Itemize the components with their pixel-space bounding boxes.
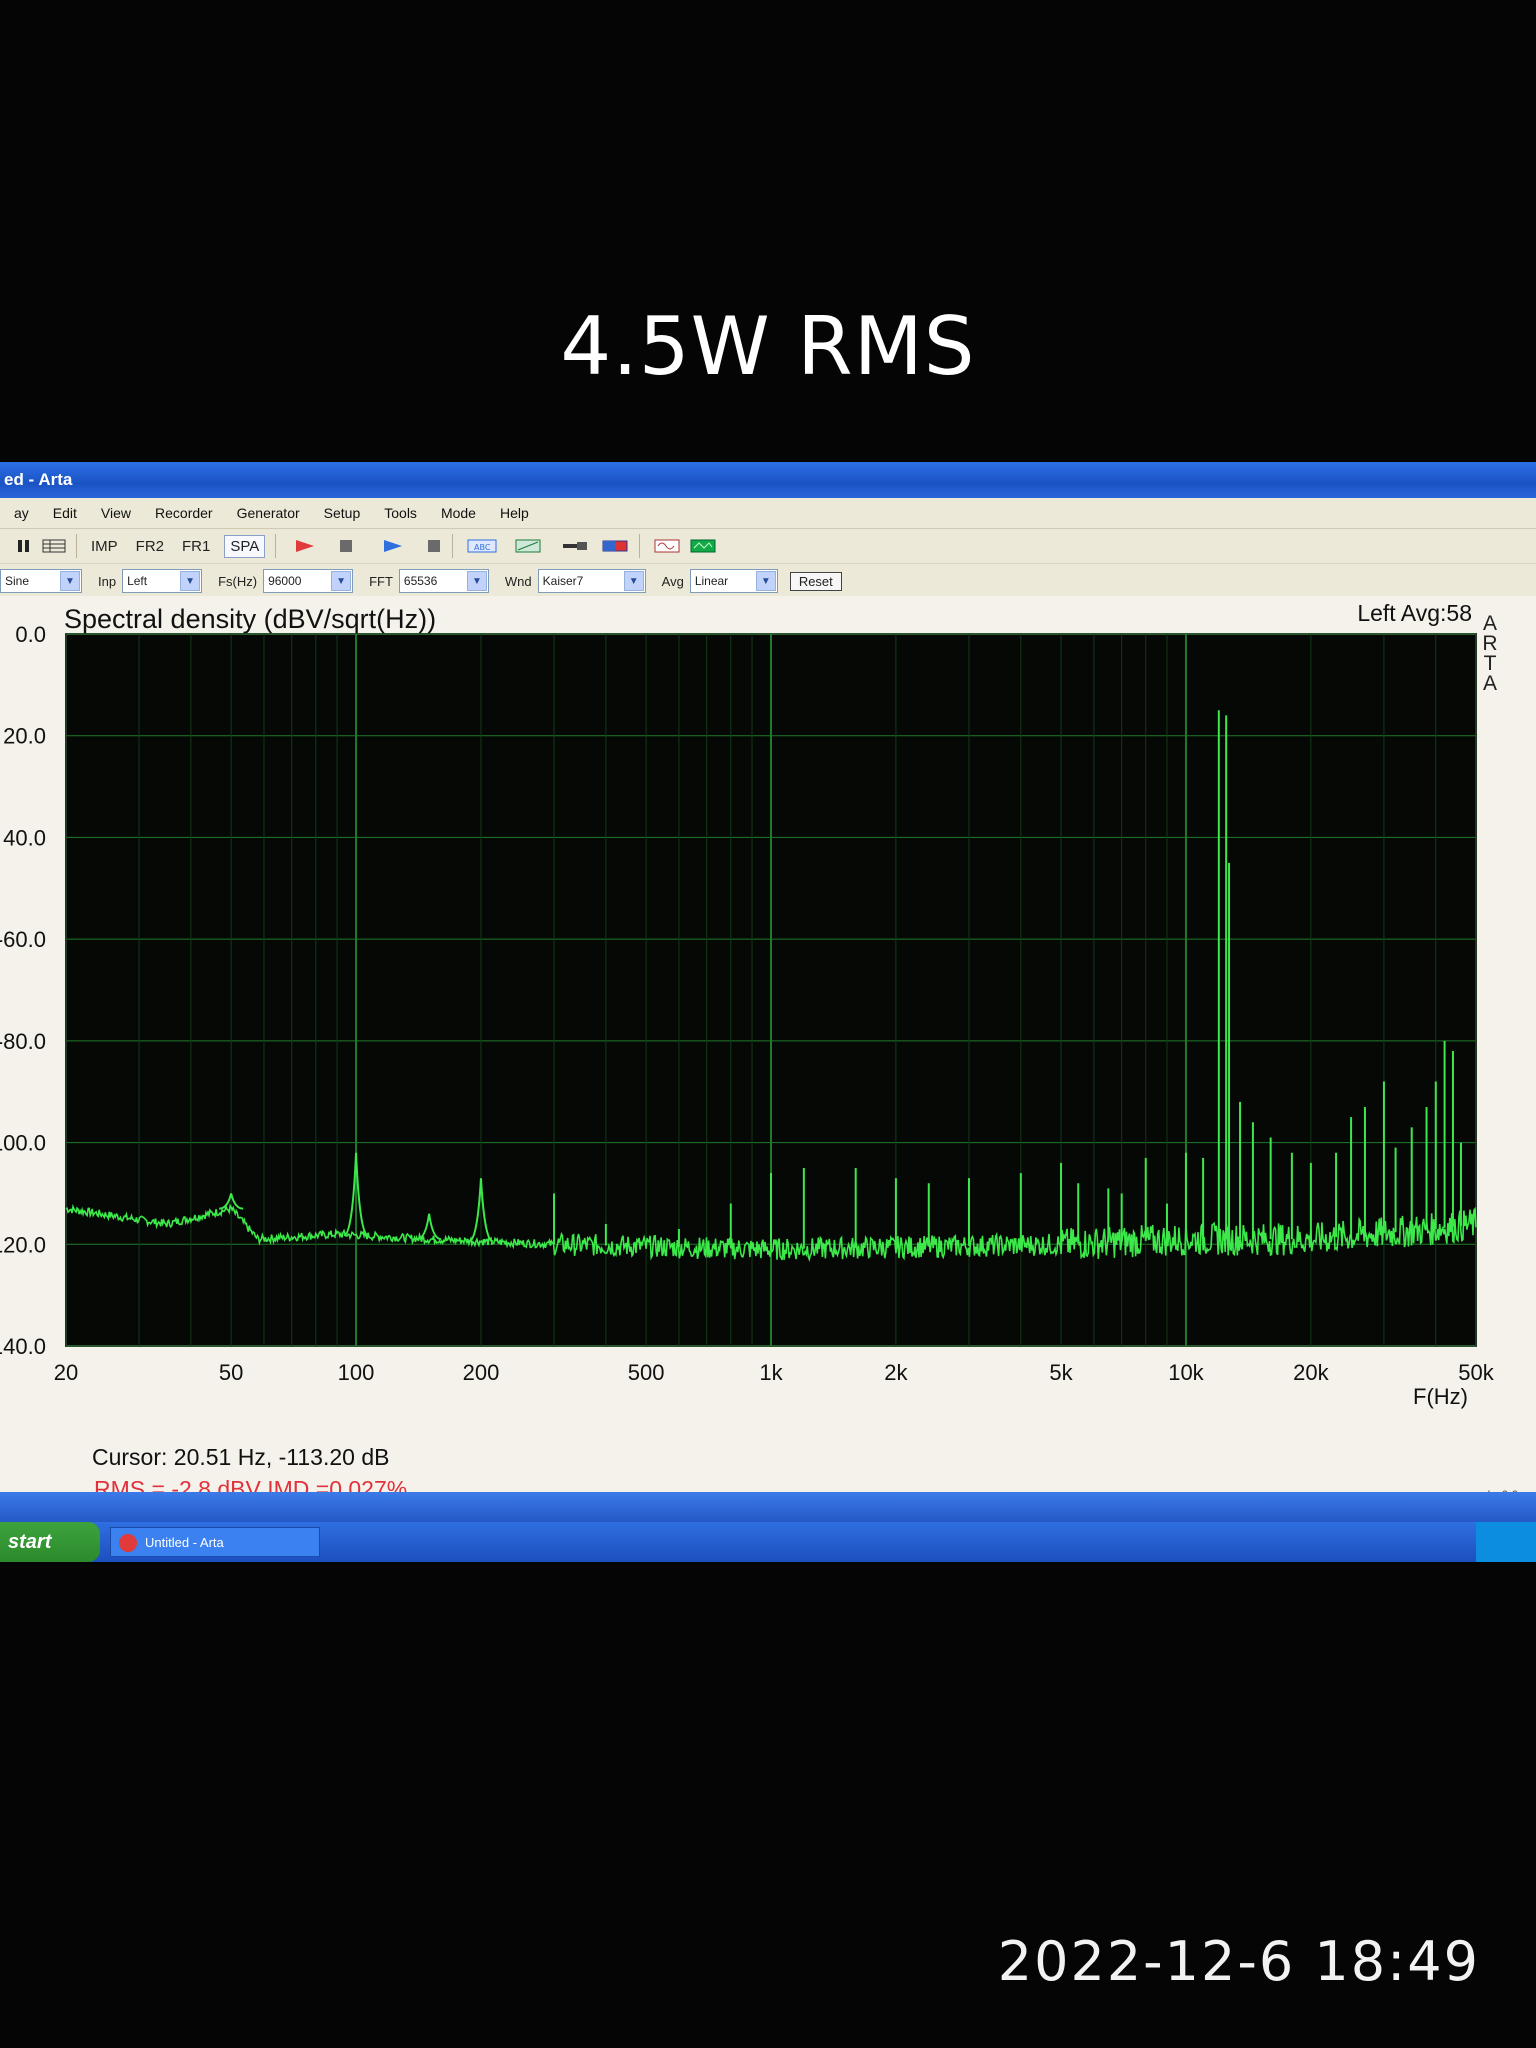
- x-tick-label: 1k: [759, 1360, 783, 1385]
- taskbar-item-arta[interactable]: Untitled - Arta: [110, 1527, 320, 1557]
- menu-item-edit[interactable]: Edit: [53, 505, 77, 521]
- fft-value: 65536: [403, 574, 438, 588]
- photo-timestamp: 2022-12-6 18:49: [997, 1930, 1480, 1993]
- svg-text:ABC: ABC: [474, 543, 491, 552]
- menu-item-ay[interactable]: ay: [14, 505, 29, 521]
- toolbar-separator: [452, 534, 454, 558]
- menu-item-recorder[interactable]: Recorder: [155, 505, 213, 521]
- generator-value: Sine: [5, 574, 30, 588]
- spectrum-chart[interactable]: 0.0 20.0 40.0 -60.0 -80.0 100.0 120.0 -140.0 20 5…: [0, 596, 1536, 1426]
- y-tick-label: 100.0: [0, 1131, 46, 1156]
- menu-item-setup[interactable]: Setup: [324, 505, 361, 521]
- avg-select[interactable]: Linear ▼: [689, 569, 778, 593]
- menu-item-help[interactable]: Help: [500, 505, 529, 521]
- reset-button[interactable]: Reset: [789, 571, 842, 591]
- x-tick-label: 50: [219, 1360, 243, 1385]
- options-bar: Sine ▼ Inp Left ▼ Fs(Hz) 96000 ▼ FFT 655…: [0, 564, 1536, 598]
- table-icon[interactable]: [42, 538, 66, 554]
- system-tray[interactable]: [1476, 1522, 1536, 1562]
- generator-select[interactable]: Sine ▼: [0, 569, 82, 593]
- chevron-down-icon[interactable]: ▼: [466, 571, 487, 591]
- pause-icon[interactable]: [16, 538, 32, 554]
- toolbar: IMP FR2 FR1 SPA ABC: [0, 529, 1536, 564]
- menu-item-view[interactable]: View: [101, 505, 131, 521]
- arta-window: ed - Arta ay Edit View Recorder Generator Set…: [0, 462, 1536, 1522]
- calibrate-icon[interactable]: ABC: [467, 538, 497, 554]
- y-tick-label: -80.0: [0, 1029, 46, 1054]
- overlay-caption: 4.5W RMS: [560, 300, 976, 393]
- menu-bar: ay Edit View Recorder Generator Setup Tools Mod…: [0, 498, 1536, 529]
- cursor-readout: Cursor: 20.51 Hz, -113.20 dB: [92, 1444, 390, 1470]
- imp-button[interactable]: IMP: [87, 536, 122, 557]
- x-axis-label: F(Hz): [1413, 1384, 1468, 1409]
- menu-item-generator[interactable]: Generator: [237, 505, 300, 521]
- chevron-down-icon[interactable]: ▼: [623, 571, 644, 591]
- y-tick-label: 0.0: [15, 622, 46, 647]
- wnd-label: Wnd: [504, 573, 532, 589]
- input-value: Left: [127, 574, 148, 588]
- spa-button[interactable]: SPA: [224, 534, 266, 558]
- scope-icon[interactable]: [690, 538, 716, 554]
- window-bottom-border: [0, 1492, 1536, 1522]
- fr1-button[interactable]: FR1: [178, 536, 214, 557]
- fs-label: Fs(Hz): [218, 573, 258, 589]
- toolbar-separator: [76, 534, 77, 558]
- x-tick-label: 500: [628, 1360, 665, 1385]
- y-tick-label: 20.0: [3, 724, 46, 749]
- play-icon[interactable]: [382, 538, 404, 554]
- overlay-icon[interactable]: [515, 538, 541, 554]
- start-button[interactable]: start: [0, 1522, 100, 1562]
- chevron-down-icon[interactable]: ▼: [331, 571, 352, 591]
- fft-label: FFT: [369, 573, 393, 589]
- x-tick-label: 200: [463, 1360, 500, 1385]
- wave-icon[interactable]: [654, 538, 680, 554]
- y-tick-label: 40.0: [3, 825, 46, 850]
- avg-label: Avg: [661, 573, 684, 589]
- stop-icon[interactable]: [426, 538, 442, 554]
- x-tick-label: 100: [338, 1360, 375, 1385]
- toolbar-separator: [275, 534, 277, 558]
- x-tick-label: 10k: [1168, 1360, 1204, 1385]
- fft-select[interactable]: 65536 ▼: [398, 569, 489, 593]
- window-select[interactable]: Kaiser7 ▼: [537, 569, 646, 593]
- menu-item-tools[interactable]: Tools: [384, 505, 417, 521]
- stop-icon[interactable]: [338, 538, 354, 554]
- chevron-down-icon[interactable]: ▼: [180, 571, 201, 591]
- menu-item-mode[interactable]: Mode: [441, 505, 476, 521]
- x-tick-label: 5k: [1049, 1360, 1073, 1385]
- channel-average-info: Left Avg:58: [1357, 600, 1472, 626]
- y-tick-label: -140.0: [0, 1334, 46, 1359]
- taskbar: start Untitled - Arta: [0, 1522, 1536, 1562]
- inp-label: Inp: [98, 573, 117, 589]
- x-tick-label: 20: [54, 1360, 78, 1385]
- arta-watermark: A R T A: [1482, 612, 1498, 695]
- y-tick-label: -60.0: [0, 927, 46, 952]
- window-value: Kaiser7: [542, 574, 584, 588]
- chevron-down-icon[interactable]: ▼: [755, 571, 776, 591]
- chart-title: Spectral density (dBV/sqrt(Hz)): [64, 604, 437, 634]
- probe-icon[interactable]: [561, 538, 589, 554]
- fr2-button[interactable]: FR2: [132, 536, 168, 557]
- toolbar-separator: [639, 534, 641, 558]
- taskbar-item-label: Untitled - Arta: [145, 1535, 224, 1550]
- plot-region: 0.0 20.0 40.0 -60.0 -80.0 100.0 120.0 -140.0 20 5…: [0, 596, 1536, 1502]
- arta-app-icon: [119, 1534, 137, 1552]
- x-tick-label: 50k: [1458, 1360, 1494, 1385]
- x-tick-label: 2k: [884, 1360, 908, 1385]
- y-tick-label: 120.0: [0, 1232, 46, 1257]
- window-title[interactable]: ed - Arta: [0, 462, 1536, 498]
- x-tick-label: 20k: [1293, 1360, 1329, 1385]
- avg-value: Linear: [694, 574, 729, 588]
- record-icon[interactable]: [294, 538, 316, 554]
- fs-select[interactable]: 96000 ▼: [263, 569, 354, 593]
- chevron-down-icon[interactable]: ▼: [60, 571, 80, 591]
- input-select[interactable]: Left ▼: [122, 569, 203, 593]
- generator-icon[interactable]: [601, 538, 629, 554]
- fs-value: 96000: [268, 574, 302, 588]
